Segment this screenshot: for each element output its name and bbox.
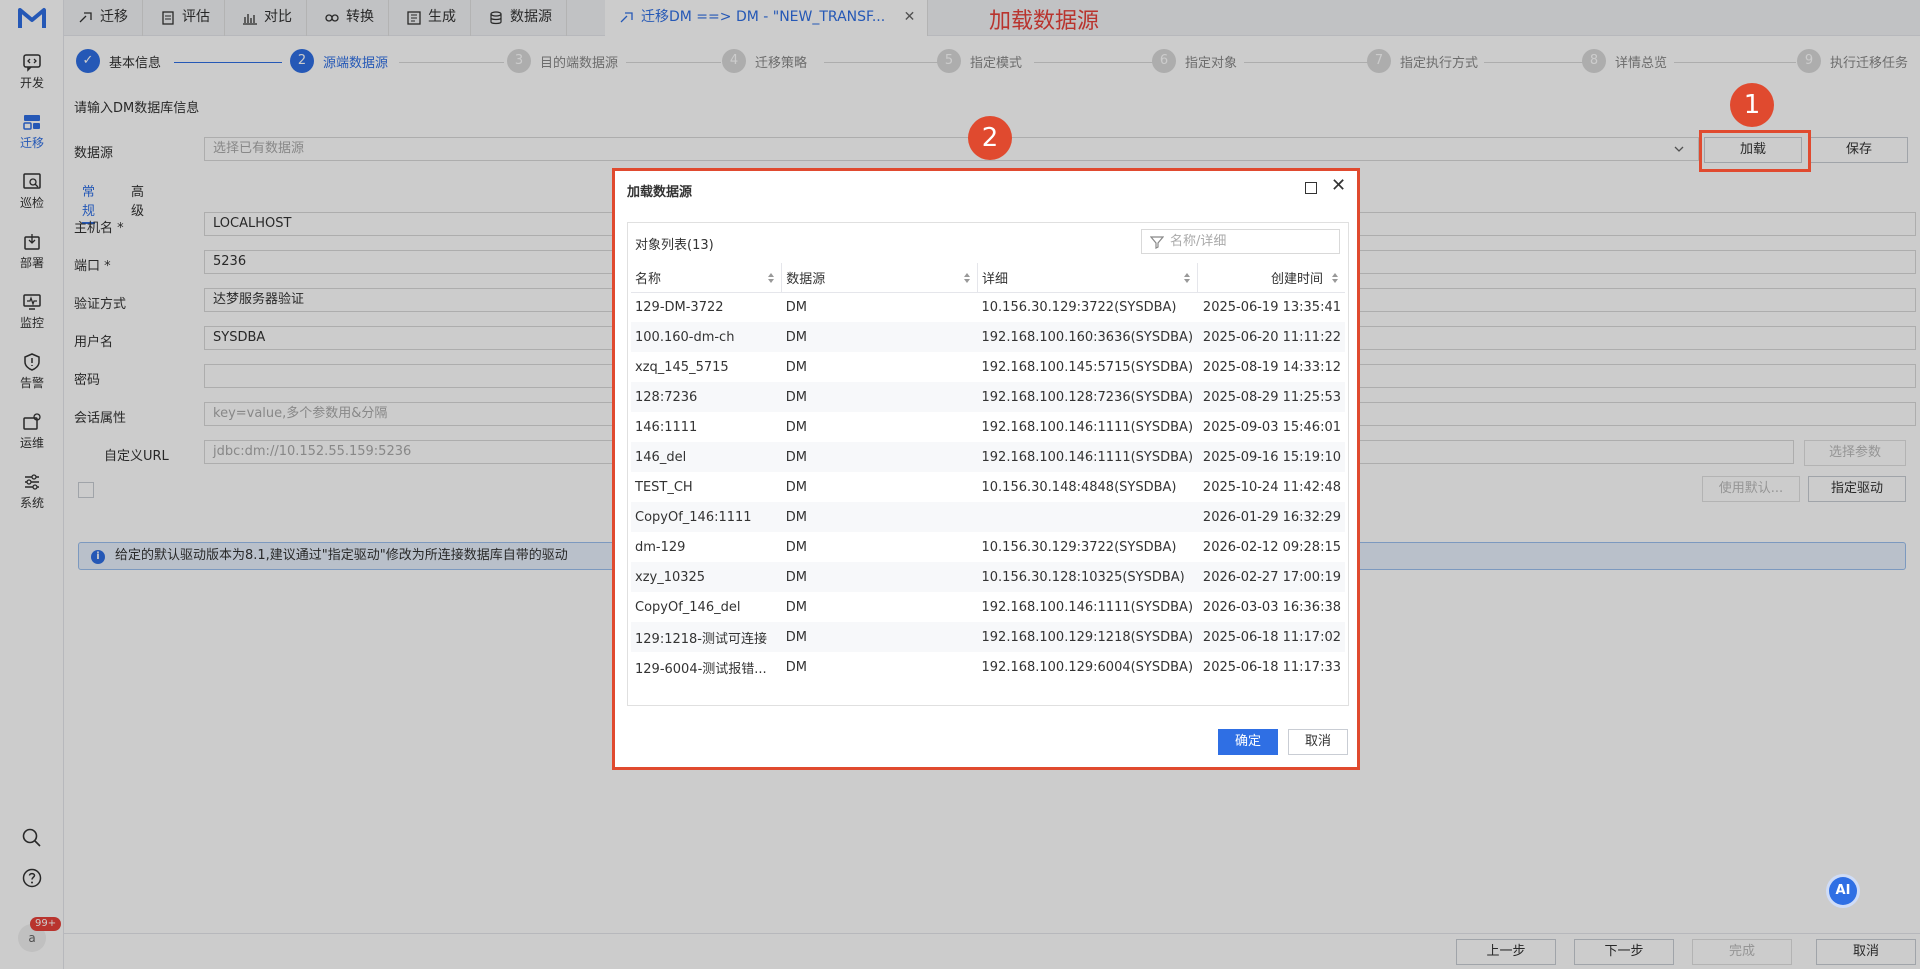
cell-detail: 10.156.30.129:3722(SYSDBA)	[981, 539, 1177, 555]
cell-datasource: DM	[781, 322, 978, 352]
cell-name: CopyOf_146:1111	[631, 502, 782, 532]
cell-created: 2025-06-19 13:35:41	[1202, 299, 1341, 315]
table-row[interactable]: 129-DM-3722 DM 10.156.30.129:3722(SYSDBA) 2…	[631, 292, 1345, 322]
table-row[interactable]: dm-129 DM 10.156.30.129:3722(SYSDBA) 2026-0…	[631, 532, 1345, 562]
load-datasource-dialog: 加载数据源 ✕ 对象列表(13) 名称/详细 名称 数据源 详细 创建时间 12…	[612, 168, 1360, 770]
annotation-marker-2: 2	[968, 116, 1012, 160]
annotation-marker-1: 1	[1730, 83, 1774, 127]
table-row[interactable]: 146_del DM 192.168.100.146:1111(SYSDBA) 202…	[631, 442, 1345, 472]
column-label: 名称	[635, 271, 662, 287]
object-list-panel: 对象列表(13) 名称/详细 名称 数据源 详细 创建时间 129-DM-372…	[627, 222, 1349, 706]
cell-detail: 10.156.30.148:4848(SYSDBA)	[981, 479, 1177, 495]
cell-detail	[977, 502, 1198, 532]
cell-created: 2025-10-24 11:42:48	[1202, 479, 1341, 495]
cell-name: 129-DM-3722	[635, 299, 724, 315]
cell-datasource: DM	[785, 659, 807, 675]
cell-created: 2025-09-16 15:19:10	[1197, 442, 1345, 472]
cell-datasource: DM	[781, 502, 978, 532]
cell-created: 2025-09-03 15:46:01	[1202, 419, 1341, 435]
cell-detail: 10.156.30.128:10325(SYSDBA)	[977, 562, 1198, 592]
filter-input[interactable]: 名称/详细	[1141, 229, 1340, 254]
cell-datasource: DM	[781, 442, 978, 472]
close-icon[interactable]: ✕	[1331, 175, 1346, 196]
cell-name: 128:7236	[631, 382, 782, 412]
dialog-title: 加载数据源	[627, 185, 693, 200]
cell-name: 129-6004-测试报错...	[635, 661, 767, 677]
table-row[interactable]: 100.160-dm-ch DM 192.168.100.160:3636(SYSD…	[631, 322, 1345, 352]
table-row[interactable]: xzy_10325 DM 10.156.30.128:10325(SYSDBA) 20…	[631, 562, 1345, 592]
confirm-button[interactable]: 确定	[1218, 729, 1278, 755]
sort-icon	[964, 273, 970, 283]
cell-created: 2025-08-19 14:33:12	[1202, 359, 1341, 375]
cell-name: CopyOf_146_del	[635, 599, 741, 615]
object-list-title: 对象列表(13)	[635, 238, 714, 253]
cell-detail: 192.168.100.128:7236(SYSDBA)	[977, 382, 1198, 412]
table-row[interactable]: CopyOf_146_del DM 192.168.100.146:1111(SYS…	[631, 592, 1345, 622]
cell-created: 2025-06-20 11:11:22	[1197, 322, 1345, 352]
column-header-created[interactable]: 创建时间	[1197, 263, 1345, 293]
table-row[interactable]: 128:7236 DM 192.168.100.128:7236(SYSDBA) 20…	[631, 382, 1345, 412]
annotation-highlight-box	[1699, 130, 1811, 172]
cell-created: 2025-08-29 11:25:53	[1197, 382, 1345, 412]
cell-name: 129:1218-测试可连接	[631, 622, 782, 652]
sort-icon	[768, 273, 775, 283]
filter-icon	[1150, 236, 1164, 249]
cell-name: 100.160-dm-ch	[631, 322, 782, 352]
cell-detail: 192.168.100.160:3636(SYSDBA)	[977, 322, 1198, 352]
cell-datasource: DM	[785, 359, 807, 375]
cell-detail: 192.168.100.146:1111(SYSDBA)	[981, 599, 1194, 615]
sort-icon	[1332, 273, 1338, 283]
column-label: 详细	[982, 271, 1009, 287]
cell-created: 2026-02-27 17:00:19	[1197, 562, 1345, 592]
dialog-cancel-button[interactable]: 取消	[1288, 729, 1348, 755]
cell-datasource: DM	[781, 382, 978, 412]
filter-placeholder: 名称/详细	[1170, 234, 1227, 249]
column-header-datasource[interactable]: 数据源	[781, 263, 978, 293]
cell-detail: 10.156.30.129:3722(SYSDBA)	[981, 299, 1177, 315]
cell-detail: 192.168.100.146:1111(SYSDBA)	[981, 419, 1194, 435]
cell-name: 146:1111	[635, 419, 698, 435]
cell-name: dm-129	[635, 539, 686, 555]
cell-created: 2025-06-18 11:17:33	[1202, 659, 1341, 675]
column-label: 创建时间	[1270, 271, 1323, 287]
table-row[interactable]: TEST_CH DM 10.156.30.148:4848(SYSDBA) 2025-…	[631, 472, 1345, 502]
column-header-detail[interactable]: 详细	[977, 263, 1198, 293]
datasource-table: 名称 数据源 详细 创建时间 129-DM-3722 DM 10.156.30.12…	[631, 263, 1345, 682]
table-row[interactable]: 146:1111 DM 192.168.100.146:1111(SYSDBA) 20…	[631, 412, 1345, 442]
cell-name: 146_del	[631, 442, 782, 472]
cell-datasource: DM	[781, 622, 978, 652]
cell-detail: 192.168.100.129:1218(SYSDBA)	[977, 622, 1198, 652]
cell-created: 2026-03-03 16:36:38	[1202, 599, 1341, 615]
table-header-row: 名称 数据源 详细 创建时间	[631, 263, 1345, 293]
cell-datasource: DM	[785, 479, 807, 495]
cell-detail: 192.168.100.129:6004(SYSDBA)	[981, 659, 1194, 675]
cell-datasource: DM	[785, 299, 807, 315]
cell-datasource: DM	[785, 539, 807, 555]
sort-icon	[1183, 273, 1190, 283]
column-header-name[interactable]: 名称	[631, 263, 783, 293]
cell-datasource: DM	[785, 599, 807, 615]
cell-datasource: DM	[781, 562, 978, 592]
ai-assistant-button[interactable]: AI	[1829, 877, 1857, 905]
table-row[interactable]: CopyOf_146:1111 DM 2026-01-29 16:32:29	[631, 502, 1345, 532]
cell-detail: 192.168.100.146:1111(SYSDBA)	[977, 442, 1198, 472]
table-row[interactable]: 129:1218-测试可连接 DM 192.168.100.129:1218(SYS…	[631, 622, 1345, 652]
cell-detail: 192.168.100.145:5715(SYSDBA)	[981, 359, 1194, 375]
cell-name: xzq_145_5715	[635, 359, 729, 375]
table-row[interactable]: 129-6004-测试报错... DM 192.168.100.129:6004(S…	[631, 652, 1345, 682]
cell-created: 2026-02-12 09:28:15	[1202, 539, 1341, 555]
maximize-icon[interactable]	[1305, 182, 1317, 194]
column-label: 数据源	[786, 271, 826, 287]
cell-created: 2025-06-18 11:17:02	[1197, 622, 1345, 652]
cell-created: 2026-01-29 16:32:29	[1197, 502, 1345, 532]
cell-name: TEST_CH	[635, 479, 693, 495]
table-row[interactable]: xzq_145_5715 DM 192.168.100.145:5715(SYSDB…	[631, 352, 1345, 382]
cell-name: xzy_10325	[631, 562, 782, 592]
cell-datasource: DM	[785, 419, 807, 435]
